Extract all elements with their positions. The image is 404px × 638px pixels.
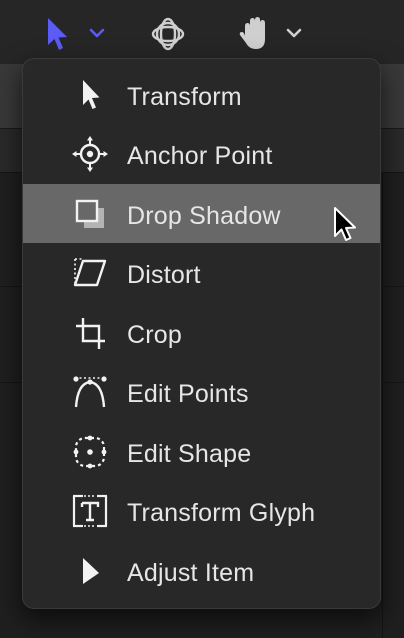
- 3d-transform-icon: [151, 17, 185, 51]
- arrow-pointer-icon: [83, 80, 100, 109]
- menu-item-drop-shadow[interactable]: Drop Shadow: [23, 184, 380, 243]
- 3d-transform-tool-button[interactable]: [148, 14, 190, 54]
- hand-tool-button[interactable]: [236, 14, 308, 54]
- menu-item-edit-shape[interactable]: Edit Shape: [23, 422, 380, 481]
- transform-glyph-icon: [72, 494, 108, 528]
- menu-item-label: Edit Shape: [127, 440, 252, 468]
- adjust-item-icon: [83, 558, 99, 584]
- menu-item-label: Crop: [127, 321, 182, 349]
- menu-item-label: Distort: [127, 261, 201, 289]
- select-tool-button[interactable]: [42, 14, 112, 54]
- mouse-cursor-icon: [334, 207, 356, 241]
- menu-item-crop[interactable]: Crop: [23, 303, 380, 362]
- crop-icon: [76, 318, 105, 349]
- transform-tools-menu: Transform Anchor Point Drop Shadow Disto…: [22, 58, 381, 609]
- menu-item-label: Transform Glyph: [127, 499, 316, 527]
- menu-item-label: Drop Shadow: [127, 202, 281, 230]
- menu-item-transform[interactable]: Transform: [23, 65, 380, 124]
- menu-item-label: Edit Points: [127, 380, 249, 408]
- menu-item-edit-points[interactable]: Edit Points: [23, 362, 380, 421]
- edit-shape-icon: [73, 435, 107, 469]
- menu-item-label: Transform: [127, 83, 242, 111]
- menu-item-label: Adjust Item: [127, 559, 255, 587]
- menu-item-anchor-point[interactable]: Anchor Point: [23, 124, 380, 183]
- app-window: Transform Anchor Point Drop Shadow Disto…: [0, 0, 404, 638]
- edit-points-icon: [73, 376, 107, 408]
- menu-item-adjust-item[interactable]: Adjust Item: [23, 541, 380, 600]
- background-divider: [382, 172, 383, 638]
- menu-item-distort[interactable]: Distort: [23, 243, 380, 302]
- menu-item-transform-glyph[interactable]: Transform Glyph: [23, 481, 380, 540]
- toolbar: [0, 0, 404, 64]
- distort-icon: [73, 258, 107, 287]
- anchor-point-icon: [72, 136, 108, 172]
- drop-shadow-icon: [75, 199, 104, 228]
- select-arrow-icon: [48, 18, 105, 50]
- hand-pan-icon: [239, 17, 302, 49]
- menu-item-label: Anchor Point: [127, 142, 273, 170]
